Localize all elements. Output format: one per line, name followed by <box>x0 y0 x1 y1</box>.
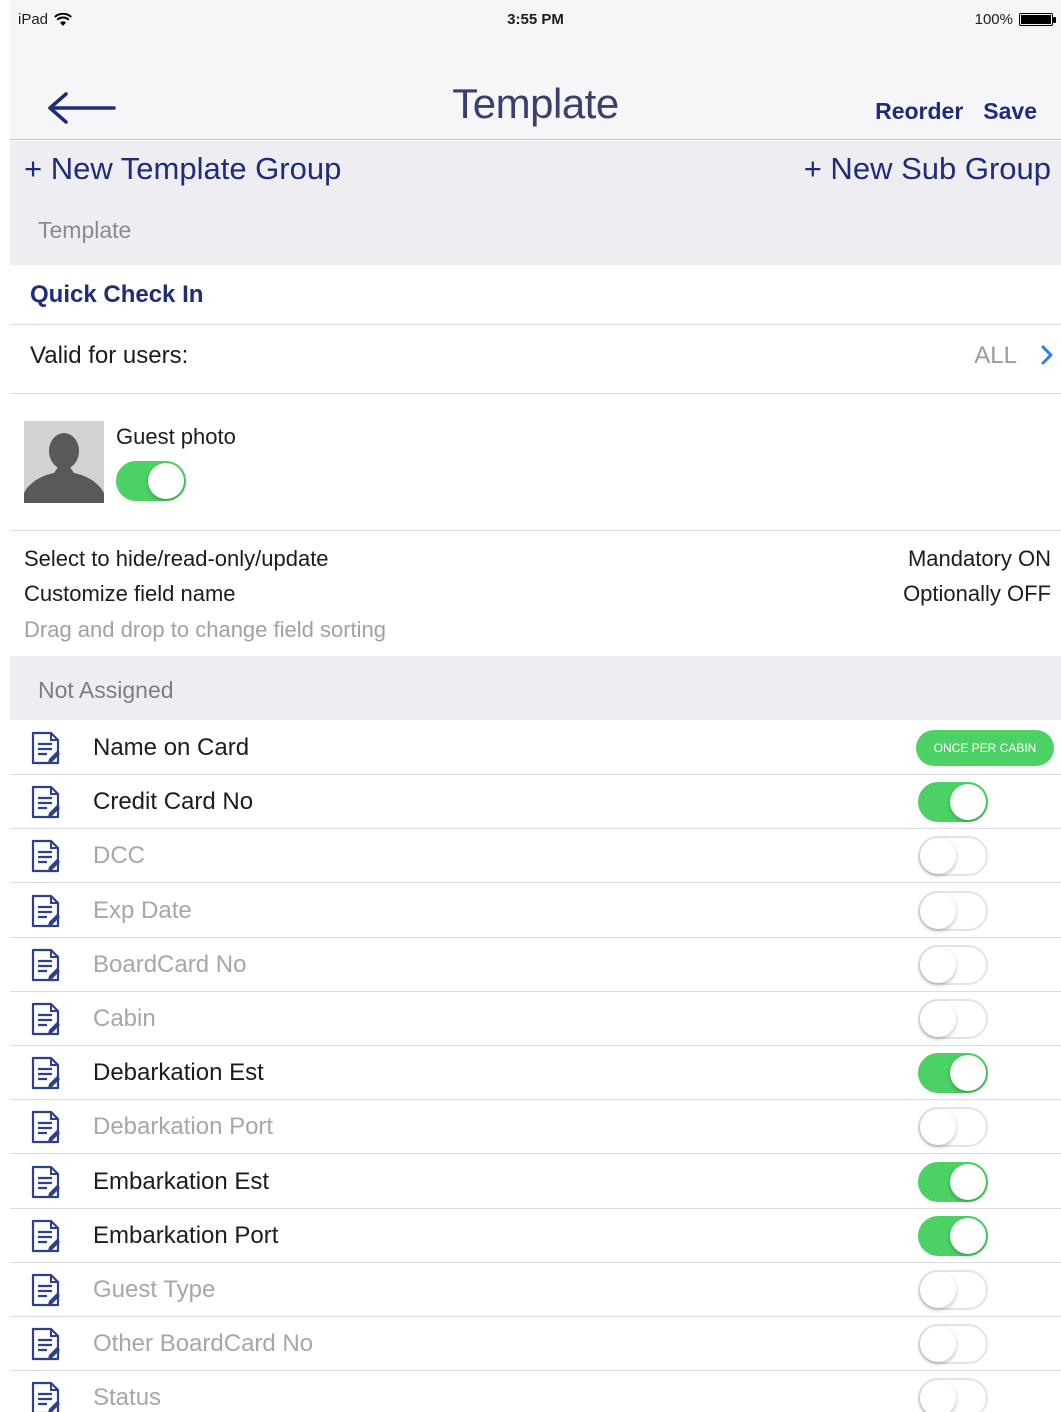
save-button[interactable]: Save <box>983 98 1037 125</box>
field-toggle[interactable] <box>918 1053 988 1094</box>
info-customize-name: Customize field name <box>24 581 236 606</box>
field-toggle[interactable] <box>918 944 988 985</box>
field-label: Credit Card No <box>93 788 254 816</box>
field-toggle[interactable] <box>918 1107 988 1148</box>
field-label: Other BoardCard No <box>93 1330 314 1358</box>
info-drag-drop: Drag and drop to change field sorting <box>24 617 387 642</box>
info-hide-readonly: Select to hide/read-only/update <box>24 546 329 571</box>
field-row[interactable]: DCC <box>10 829 1061 884</box>
status-bar: iPad 3:55 PM 100% <box>10 0 1061 40</box>
guest-photo-label: Guest photo <box>116 424 236 449</box>
field-label: Debarkation Port <box>93 1113 274 1141</box>
chevron-right-icon[interactable] <box>1039 343 1055 367</box>
document-edit-icon[interactable] <box>30 1381 62 1412</box>
divider <box>10 393 1061 394</box>
field-row[interactable]: Exp Date <box>10 884 1061 938</box>
field-row[interactable]: Cabin <box>10 992 1061 1046</box>
field-label: BoardCard No <box>93 950 247 978</box>
field-toggle[interactable] <box>918 1215 988 1256</box>
status-time: 3:55 PM <box>507 11 564 28</box>
template-name[interactable]: Quick Check In <box>30 281 203 309</box>
section-title: Not Assigned <box>38 677 174 703</box>
document-edit-icon[interactable] <box>30 839 62 873</box>
status-right: 100% <box>974 11 1056 28</box>
document-edit-icon[interactable] <box>30 1002 62 1036</box>
valid-users-value[interactable]: ALL <box>974 342 1017 370</box>
field-label: Debarkation Est <box>93 1059 264 1087</box>
field-row[interactable]: Embarkation Port <box>10 1209 1061 1263</box>
reorder-button[interactable]: Reorder <box>875 98 963 125</box>
field-row[interactable]: Name on Card ONCE PER CABIN <box>10 721 1061 775</box>
divider <box>10 530 1061 531</box>
field-row[interactable]: Embarkation Est <box>10 1155 1061 1209</box>
field-label: Embarkation Est <box>93 1167 270 1195</box>
field-label: Status <box>93 1384 162 1412</box>
field-label: Exp Date <box>93 896 192 924</box>
valid-users-label: Valid for users: <box>30 342 189 369</box>
document-edit-icon[interactable] <box>30 1110 62 1144</box>
field-row[interactable]: Credit Card No <box>10 775 1061 830</box>
field-label: Cabin <box>93 1005 156 1032</box>
divider <box>10 324 1061 325</box>
field-toggle[interactable] <box>918 1270 988 1310</box>
field-toggle[interactable] <box>918 890 988 931</box>
info-mandatory-on: Mandatory ON <box>907 546 1051 571</box>
document-edit-icon[interactable] <box>30 1219 62 1253</box>
document-edit-icon[interactable] <box>30 1165 62 1199</box>
field-toggle[interactable] <box>918 999 988 1039</box>
field-toggle[interactable] <box>918 1378 988 1412</box>
section-header: Not Assigned <box>10 656 1061 720</box>
field-label: Embarkation Port <box>93 1221 279 1249</box>
document-edit-icon[interactable] <box>30 948 62 982</box>
document-edit-icon[interactable] <box>30 1056 62 1090</box>
field-label: DCC <box>93 842 145 870</box>
field-row[interactable]: Guest Type <box>10 1263 1061 1317</box>
field-toggle[interactable] <box>918 782 988 823</box>
field-row[interactable]: Debarkation Port <box>10 1100 1061 1155</box>
battery-icon <box>1019 13 1056 26</box>
document-edit-icon[interactable] <box>30 731 62 765</box>
nav-actions: Reorder Save <box>875 98 1037 125</box>
once-per-cabin-pill[interactable]: ONCE PER CABIN <box>916 730 1054 766</box>
person-silhouette-icon <box>24 421 104 503</box>
new-sub-group-button[interactable]: + New Sub Group <box>804 151 1051 187</box>
app-frame: iPad 3:55 PM 100% Template Reorder Save … <box>10 0 1061 1412</box>
document-edit-icon[interactable] <box>30 894 62 928</box>
document-edit-icon[interactable] <box>30 785 62 819</box>
guest-avatar[interactable] <box>24 421 104 503</box>
battery-percent: 100% <box>974 11 1013 28</box>
field-label: Guest Type <box>93 1276 216 1303</box>
info-optionally-off: Optionally OFF <box>903 581 1051 606</box>
field-toggle[interactable] <box>918 1324 988 1365</box>
guest-photo-toggle[interactable] <box>116 461 186 501</box>
field-row[interactable]: Other BoardCard No <box>10 1317 1061 1372</box>
template-section-label: Template <box>38 217 132 243</box>
field-row[interactable]: BoardCard No <box>10 938 1061 992</box>
document-edit-icon[interactable] <box>30 1273 62 1307</box>
field-row[interactable]: Status <box>10 1371 1061 1412</box>
new-template-group-button[interactable]: + New Template Group <box>24 151 341 187</box>
group-bar: + New Template Group + New Sub Group Tem… <box>10 141 1061 265</box>
field-toggle[interactable] <box>918 836 988 877</box>
navigation-bar: Template Reorder Save <box>10 40 1061 140</box>
document-edit-icon[interactable] <box>30 1327 62 1361</box>
field-toggle[interactable] <box>918 1161 988 1202</box>
field-row[interactable]: Debarkation Est <box>10 1046 1061 1101</box>
field-label: Name on Card <box>93 734 250 761</box>
